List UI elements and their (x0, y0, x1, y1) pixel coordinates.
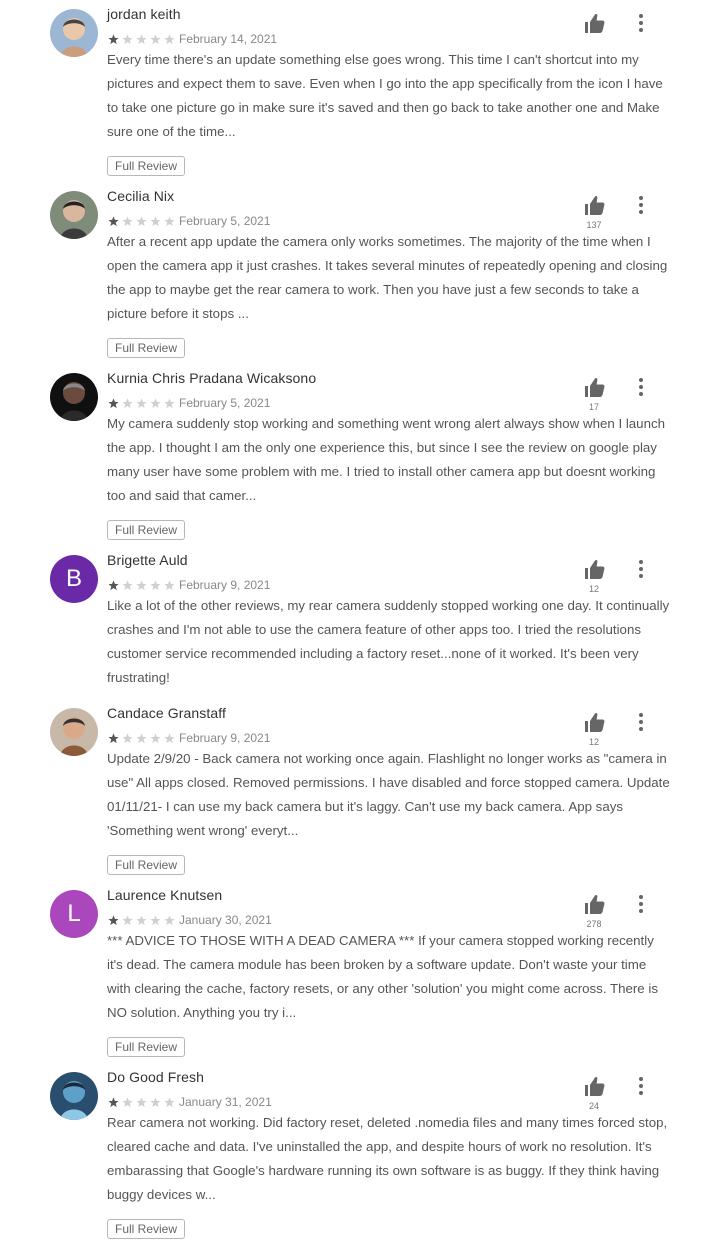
review-date: February 9, 2021 (179, 578, 271, 592)
avatar (50, 1072, 98, 1120)
star-empty-icon (150, 579, 161, 590)
star-empty-icon (164, 1096, 175, 1107)
avatar (50, 708, 98, 756)
reviewer-name: Kurnia Chris Pradana Wicaksono (107, 370, 317, 386)
star-empty-icon (136, 579, 147, 590)
thumbs-up-icon[interactable] (583, 13, 605, 33)
star-empty-icon (136, 1096, 147, 1107)
thumbs-up-icon[interactable] (583, 559, 605, 579)
star-empty-icon (136, 215, 147, 226)
star-empty-icon (122, 732, 133, 743)
more-options-icon[interactable] (634, 893, 648, 915)
star-filled-icon (108, 397, 119, 408)
full-review-button[interactable]: Full Review (107, 855, 186, 875)
more-options-icon[interactable] (634, 194, 648, 216)
review-date: January 31, 2021 (179, 1095, 272, 1109)
star-filled-icon (108, 215, 119, 226)
review-date: February 9, 2021 (179, 731, 271, 745)
reviewer-name: Cecilia Nix (107, 188, 175, 204)
star-empty-icon (150, 732, 161, 743)
reviewer-name: Do Good Fresh (107, 1069, 205, 1085)
star-filled-icon (108, 914, 119, 925)
star-empty-icon (136, 397, 147, 408)
star-rating (108, 32, 178, 46)
review-text: Update 2/9/20 - Back camera not working … (107, 751, 670, 838)
review-date: January 30, 2021 (179, 913, 272, 927)
star-rating (108, 731, 178, 745)
more-options-icon[interactable] (634, 376, 648, 398)
star-rating (108, 578, 178, 592)
star-empty-icon (164, 215, 175, 226)
star-filled-icon (108, 579, 119, 590)
thumbs-up-icon[interactable] (583, 712, 605, 732)
full-review-button[interactable]: Full Review (107, 1219, 186, 1239)
avatar (50, 9, 98, 57)
avatar: B (50, 555, 98, 603)
more-options-icon[interactable] (634, 12, 648, 34)
star-empty-icon (122, 33, 133, 44)
full-review-button[interactable]: Full Review (107, 520, 186, 540)
star-rating (108, 913, 178, 927)
star-empty-icon (150, 397, 161, 408)
star-empty-icon (164, 579, 175, 590)
review-text: *** ADVICE TO THOSE WITH A DEAD CAMERA *… (107, 933, 658, 1020)
avatar: L (50, 890, 98, 938)
star-empty-icon (136, 33, 147, 44)
thumbs-up-icon[interactable] (583, 377, 605, 397)
thumbs-up-icon[interactable] (583, 195, 605, 215)
star-empty-icon (164, 397, 175, 408)
review-text: Rear camera not working. Did factory res… (107, 1115, 668, 1202)
avatar (50, 373, 98, 421)
like-count: 12 (588, 584, 599, 594)
review-date: February 14, 2021 (179, 32, 278, 46)
star-empty-icon (122, 215, 133, 226)
more-options-icon[interactable] (634, 1075, 648, 1097)
star-empty-icon (122, 397, 133, 408)
star-filled-icon (108, 33, 119, 44)
thumbs-up-icon[interactable] (583, 1076, 605, 1096)
thumbs-up-icon[interactable] (583, 894, 605, 914)
star-empty-icon (164, 33, 175, 44)
more-options-icon[interactable] (634, 711, 648, 733)
reviewer-name: jordan keith (107, 6, 181, 22)
review-text: Like a lot of the other reviews, my rear… (107, 598, 670, 685)
star-empty-icon (164, 914, 175, 925)
reviewer-name: Laurence Knutsen (107, 887, 223, 903)
star-empty-icon (122, 1096, 133, 1107)
reviewer-name: Candace Granstaff (107, 705, 226, 721)
full-review-button[interactable]: Full Review (107, 156, 186, 176)
like-count: 24 (588, 1101, 599, 1111)
star-empty-icon (150, 33, 161, 44)
star-empty-icon (164, 732, 175, 743)
star-empty-icon (136, 914, 147, 925)
review-date: February 5, 2021 (179, 214, 271, 228)
star-empty-icon (136, 732, 147, 743)
reviewer-name: Brigette Auld (107, 552, 188, 568)
like-count: 17 (588, 402, 599, 412)
avatar-letter: B (65, 565, 82, 592)
star-rating (108, 214, 178, 228)
avatar-letter: L (67, 900, 81, 927)
review-date: February 5, 2021 (179, 396, 271, 410)
full-review-button[interactable]: Full Review (107, 1037, 186, 1057)
star-filled-icon (108, 732, 119, 743)
star-empty-icon (122, 914, 133, 925)
star-empty-icon (122, 579, 133, 590)
like-count: 137 (586, 220, 602, 230)
star-rating (108, 396, 178, 410)
review-text: Every time there's an update something e… (107, 52, 663, 139)
star-empty-icon (150, 215, 161, 226)
star-filled-icon (108, 1096, 119, 1107)
more-options-icon[interactable] (634, 558, 648, 580)
avatar (50, 191, 98, 239)
star-rating (108, 1095, 178, 1109)
star-empty-icon (150, 1096, 161, 1107)
star-empty-icon (150, 914, 161, 925)
full-review-button[interactable]: Full Review (107, 338, 186, 358)
review-text: My camera suddenly stop working and some… (107, 416, 666, 503)
like-count: 12 (588, 737, 599, 747)
review-text: After a recent app update the camera onl… (107, 234, 668, 321)
like-count: 278 (586, 919, 602, 929)
